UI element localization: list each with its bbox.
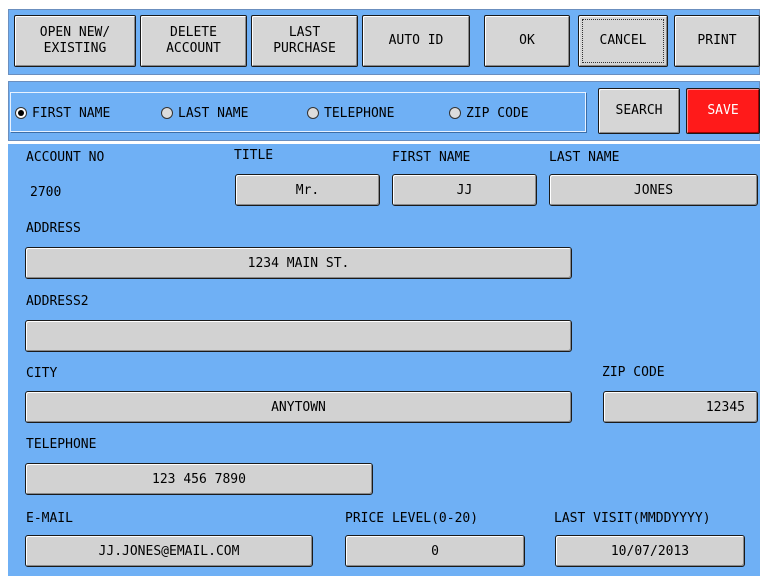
account-no-label: ACCOUNT NO <box>26 150 105 165</box>
radio-unselected-icon <box>307 107 319 119</box>
last-name-field[interactable]: JONES <box>549 174 758 206</box>
email-field[interactable]: JJ.JONES@EMAIL.COM <box>25 535 313 567</box>
search-by-radio-group: FIRST NAME LAST NAME TELEPHONE ZIP CODE <box>10 92 586 132</box>
price-level-label: PRICE LEVEL(0-20) <box>345 511 479 526</box>
last-visit-label: LAST VISIT(MMDDYYYY) <box>554 511 711 526</box>
radio-zip-code[interactable]: ZIP CODE <box>449 104 529 122</box>
auto-id-button[interactable]: AUTO ID <box>362 15 470 67</box>
last-purchase-button[interactable]: LAST PURCHASE <box>251 15 358 67</box>
first-name-field[interactable]: JJ <box>392 174 537 206</box>
price-level-field[interactable]: 0 <box>345 535 525 567</box>
radio-label: TELEPHONE <box>324 105 395 121</box>
address-field[interactable]: 1234 MAIN ST. <box>25 247 572 279</box>
cancel-button[interactable]: CANCEL <box>578 15 668 67</box>
address-label: ADDRESS <box>26 221 81 236</box>
telephone-label: TELEPHONE <box>26 437 97 452</box>
city-label: CITY <box>26 366 58 381</box>
radio-label: ZIP CODE <box>466 105 529 121</box>
open-new-existing-button[interactable]: OPEN NEW/ EXISTING <box>14 15 136 67</box>
delete-account-button[interactable]: DELETE ACCOUNT <box>140 15 247 67</box>
telephone-field[interactable]: 123 456 7890 <box>25 463 373 495</box>
email-label: E-MAIL <box>26 511 73 526</box>
radio-unselected-icon <box>161 107 173 119</box>
address2-field[interactable] <box>25 320 572 352</box>
radio-label: LAST NAME <box>178 105 249 121</box>
radio-label: FIRST NAME <box>32 105 111 121</box>
print-button[interactable]: PRINT <box>674 15 760 67</box>
title-label: TITLE <box>234 148 274 163</box>
radio-last-name[interactable]: LAST NAME <box>161 104 248 122</box>
city-field[interactable]: ANYTOWN <box>25 391 572 423</box>
customer-account-screen: OPEN NEW/ EXISTING DELETE ACCOUNT LAST P… <box>0 0 760 576</box>
account-no-value: 2700 <box>30 185 62 200</box>
first-name-label: FIRST NAME <box>392 150 471 165</box>
last-visit-field[interactable]: 10/07/2013 <box>555 535 745 567</box>
save-button[interactable]: SAVE <box>686 88 760 134</box>
search-button[interactable]: SEARCH <box>598 88 680 134</box>
address2-label: ADDRESS2 <box>26 294 89 309</box>
radio-first-name[interactable]: FIRST NAME <box>15 104 110 122</box>
radio-telephone[interactable]: TELEPHONE <box>307 104 394 122</box>
radio-selected-icon <box>15 107 27 119</box>
title-field[interactable]: Mr. <box>235 174 380 206</box>
zip-code-label: ZIP CODE <box>602 365 665 380</box>
ok-button[interactable]: OK <box>484 15 570 67</box>
zip-code-field[interactable]: 12345 <box>603 391 758 423</box>
radio-unselected-icon <box>449 107 461 119</box>
last-name-label: LAST NAME <box>549 150 620 165</box>
